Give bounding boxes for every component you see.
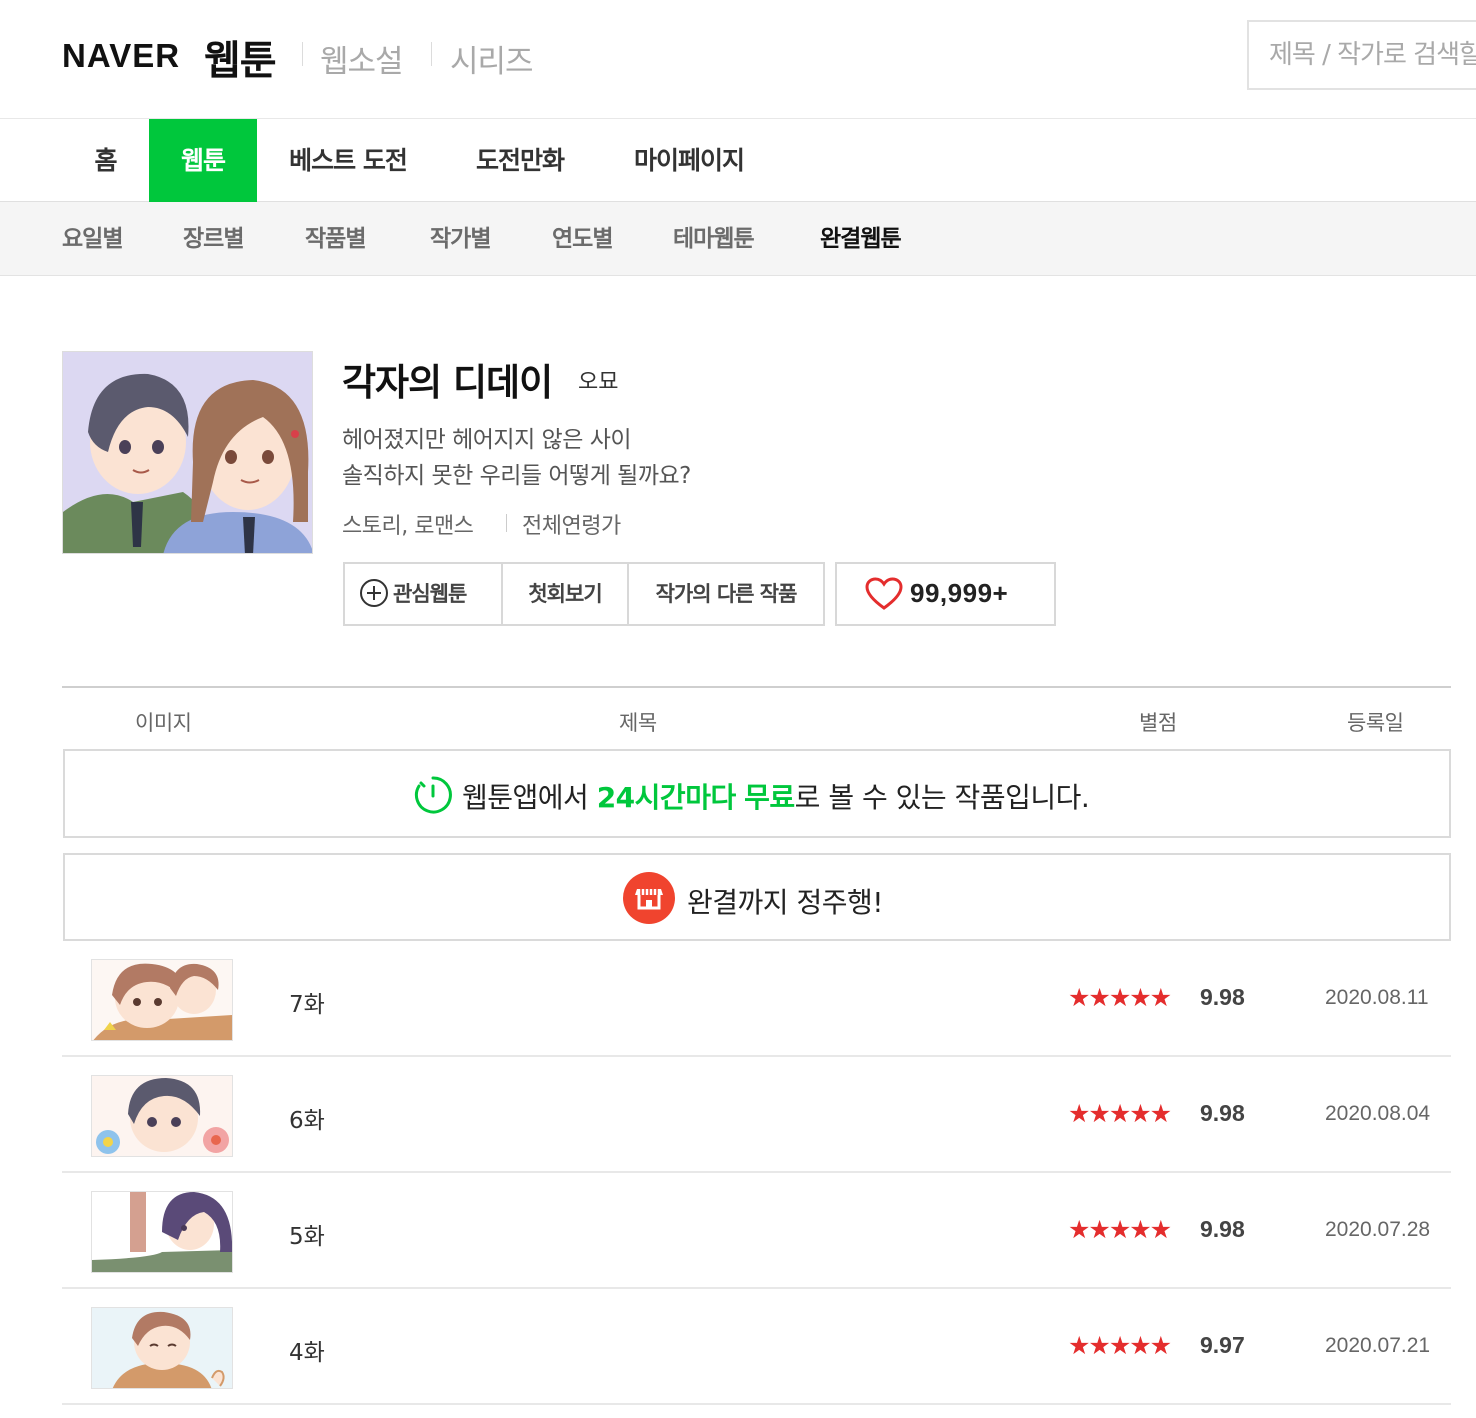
comic-age-rating: 전체연령가	[522, 514, 621, 539]
free-every-24h-banner[interactable]: 웹툰앱에서 24시간마다 무료로 볼 수 있는 작품입니다.	[63, 749, 1451, 838]
header-divider	[302, 42, 303, 66]
search-input[interactable]	[1269, 40, 1476, 70]
free-banner-space	[736, 781, 744, 814]
episode-row[interactable]: 4화 ★★★★★ 9.97 2020.07.21	[62, 1289, 1451, 1405]
episode-thumbnail	[91, 1075, 233, 1157]
episode-title[interactable]: 5화	[289, 1217, 325, 1251]
binge-banner-text: 완결까지 정주행!	[687, 886, 883, 919]
comic-description-line: 헤어졌지만 헤어지지 않은 사이	[342, 427, 632, 453]
subtab-completed[interactable]: 완결웹툰	[820, 202, 902, 276]
like-button[interactable]: 99,999+	[835, 562, 1056, 626]
tab-challenge[interactable]: 도전만화	[455, 119, 585, 202]
top-header: NAVER 웹툰 웹소설 시리즈	[0, 0, 1476, 118]
episode-thumbnail	[91, 1191, 233, 1273]
comic-author[interactable]: 오묘	[578, 364, 618, 396]
list-top-border	[62, 686, 1451, 688]
binge-watch-banner[interactable]: 완결까지 정주행!	[63, 853, 1451, 941]
episode-title[interactable]: 7화	[289, 985, 325, 1019]
episode-rating: 9.98	[1200, 1216, 1245, 1242]
comic-cover-image	[62, 351, 313, 554]
column-header-date: 등록일	[1347, 711, 1404, 735]
comic-description-line: 솔직하지 못한 우리들 어떻게 될까요?	[342, 463, 691, 489]
free-banner-highlight-time: 24시간마다	[596, 781, 737, 814]
author-other-works-button[interactable]: 작가의 다른 작품	[627, 564, 823, 624]
column-header-title: 제목	[619, 711, 657, 735]
timer-icon	[414, 776, 452, 814]
free-banner-highlight-free: 무료	[744, 781, 795, 814]
tab-home[interactable]: 홈	[62, 119, 149, 202]
search-box	[1247, 20, 1476, 90]
star-rating-icons: ★★★★★	[1068, 1099, 1172, 1128]
header-divider	[431, 42, 432, 66]
episode-title[interactable]: 4화	[289, 1333, 325, 1367]
tab-webtoon[interactable]: 웹툰	[149, 119, 257, 202]
main-nav: 홈 웹툰 베스트 도전 도전만화 마이페이지	[0, 118, 1476, 202]
episode-rating: 9.98	[1200, 984, 1245, 1010]
episode-date: 2020.07.28	[1325, 1218, 1431, 1241]
episode-title[interactable]: 6화	[289, 1101, 325, 1135]
episode-row[interactable]: 5화 ★★★★★ 9.98 2020.07.28	[62, 1173, 1451, 1289]
star-rating-icons: ★★★★★	[1068, 1331, 1172, 1360]
like-count: 99,999+	[910, 578, 1009, 608]
subtab-title[interactable]: 작품별	[305, 202, 366, 276]
comic-title: 각자의 디데이	[342, 361, 553, 404]
naver-logo[interactable]: NAVER	[62, 37, 180, 75]
genre-divider	[506, 514, 507, 532]
sub-nav: 요일별 장르별 작품별 작가별 연도별 테마웹툰 완결웹툰	[0, 202, 1476, 276]
episode-rating: 9.98	[1200, 1100, 1245, 1126]
series-link[interactable]: 시리즈	[450, 36, 534, 81]
episode-date: 2020.08.04	[1325, 1102, 1431, 1125]
episode-rating: 9.97	[1200, 1332, 1245, 1358]
episode-date: 2020.07.21	[1325, 1334, 1431, 1357]
subtab-year[interactable]: 연도별	[552, 202, 613, 276]
episode-date: 2020.08.11	[1325, 986, 1429, 1009]
episode-thumbnail	[91, 959, 233, 1041]
first-episode-button[interactable]: 첫회보기	[501, 564, 627, 624]
favorite-button[interactable]: 관심웹툰	[345, 564, 501, 624]
star-rating-icons: ★★★★★	[1068, 1215, 1172, 1244]
heart-icon	[865, 577, 903, 610]
plus-circle-icon	[360, 579, 388, 607]
free-banner-prefix: 웹툰앱에서	[462, 781, 597, 814]
subtab-author[interactable]: 작가별	[430, 202, 491, 276]
episode-row[interactable]: 6화 ★★★★★ 9.98 2020.08.04	[62, 1057, 1451, 1173]
webtoon-service-title[interactable]: 웹툰	[204, 28, 277, 86]
subtab-genre[interactable]: 장르별	[183, 202, 244, 276]
episode-row[interactable]: 7화 ★★★★★ 9.98 2020.08.11	[62, 941, 1451, 1057]
free-banner-suffix: 로 볼 수 있는 작품입니다.	[794, 781, 1090, 814]
subtab-weekday[interactable]: 요일별	[62, 202, 123, 276]
subtab-theme[interactable]: 테마웹툰	[673, 202, 755, 276]
tab-best-challenge[interactable]: 베스트 도전	[268, 119, 428, 202]
free-banner-text: 웹툰앱에서 24시간마다 무료로 볼 수 있는 작품입니다.	[462, 776, 1090, 816]
comic-action-buttons: 관심웹툰 첫회보기 작가의 다른 작품	[343, 562, 825, 626]
column-header-image: 이미지	[135, 711, 192, 735]
comic-genre: 스토리, 로맨스	[342, 514, 474, 539]
column-header-rating: 별점	[1139, 711, 1177, 735]
shop-icon	[623, 872, 675, 924]
webnovel-link[interactable]: 웹소설	[320, 36, 404, 81]
favorite-button-label: 관심웹툰	[393, 582, 467, 606]
star-rating-icons: ★★★★★	[1068, 983, 1172, 1012]
episode-thumbnail	[91, 1307, 233, 1389]
tab-mypage[interactable]: 마이페이지	[612, 119, 766, 202]
